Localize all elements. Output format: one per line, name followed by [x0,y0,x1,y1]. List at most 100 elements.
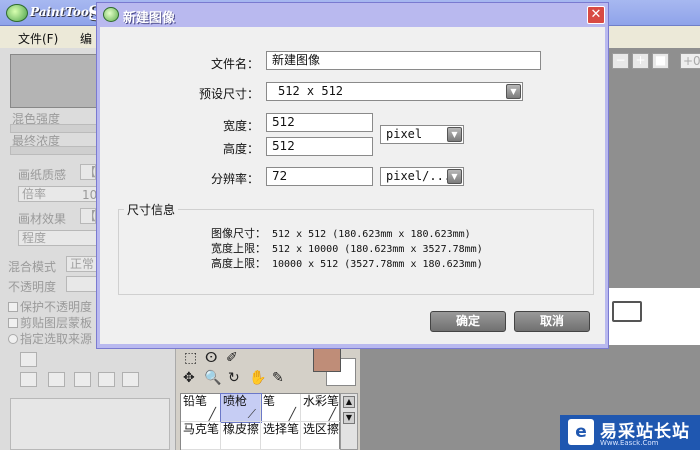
popup-button-right[interactable] [612,301,642,322]
zoom-in-button[interactable]: + [632,53,649,69]
info-value: 10000 x 512 (3527.78mm x 180.623mm) [272,259,483,270]
selection-tool-icon[interactable]: ⬚ [184,350,197,366]
material-effect-label: 画材效果 [18,212,67,226]
preset-size-label: 预设尺寸： [198,87,259,101]
dialog-title: 新建图像 [123,11,176,26]
dropdown-arrow-icon: ▼ [447,127,462,142]
scroll-down-icon[interactable]: ▼ [343,412,355,424]
dialog-body: 文件名： 新建图像 预设尺寸： 512 x 512 ▼ 宽度： 512 高度： … [100,27,605,344]
layer-icon-row [10,352,170,388]
brush-scrollbar[interactable]: ▲ ▼ [340,393,358,450]
material-effect-select[interactable]: 【 [80,208,96,224]
zoom-tool-icon[interactable]: 🔍 [204,370,221,386]
new-folder-icon[interactable] [48,372,65,387]
opacity-label: 不透明度 [8,280,57,294]
clipping-mask-check[interactable]: 剪贴图层蒙板 [8,314,92,331]
ok-button[interactable]: 确定 [430,311,506,332]
watermark: e 易采站长站 Www.Easck.Com [560,415,700,450]
resolution-label: 分辨率： [210,172,259,186]
brush-select-eraser[interactable]: 选区擦 [301,422,341,450]
rotate-tool-icon[interactable]: ↻ [228,370,240,386]
new-vector-layer-icon[interactable] [20,372,37,387]
info-height-limit: 高度上限： 10000 x 512 (3527.78mm x 180.623mm) [204,255,483,271]
watermark-logo-icon: e [568,419,594,445]
merge-layer-icon[interactable] [74,372,91,387]
filename-input[interactable]: 新建图像 [266,51,541,70]
info-key: 宽度上限： [211,242,266,255]
radio-icon [8,334,18,344]
zoom-out-button[interactable]: − [612,53,629,69]
layer-list[interactable] [10,398,170,450]
brush-label: 橡皮擦 [223,422,260,436]
brush-watercolor-icon: ╱ [328,407,336,421]
info-key: 图像尺寸： [211,227,266,240]
brush-airbrush-icon: ⟋ [247,407,256,421]
size-unit-select[interactable]: pixel ▼ [380,125,464,144]
resolution-unit-select[interactable]: pixel/... ▼ [380,167,464,186]
dropdown-arrow-icon: ▼ [447,169,462,184]
info-value: 512 x 10000 (180.623mm x 3527.78mm) [272,244,483,255]
zoom-level-field[interactable]: +00 [680,53,700,69]
brush-watercolor[interactable]: 水彩笔 ╱ [301,394,341,422]
height-input[interactable]: 512 [266,137,373,156]
brush-pen-icon: ╱ [288,407,296,421]
brush-label: 喷枪 [223,394,248,408]
brush-pencil-icon: ╱ [208,407,216,421]
selection-source-check[interactable]: 指定选取来源 [8,330,92,347]
app-title: PaintTool [30,5,94,19]
brush-airbrush[interactable]: 喷枪 ⟋ [220,393,262,423]
opacity-slider[interactable] [66,276,98,292]
brush-label: 笔 [263,394,276,408]
delete-layer-icon[interactable] [98,372,115,387]
brush-label: 选区擦 [303,422,340,436]
new-layer-icon[interactable] [20,352,37,367]
menu-file[interactable]: 文件(F) [18,30,58,47]
canvas-toolbar: − + ■ +00 [600,50,700,72]
info-image-size: 图像尺寸： 512 x 512 (180.623mm x 180.623mm) [204,225,471,241]
lasso-tool-icon[interactable]: ⵙ [205,350,217,366]
brush-eraser[interactable]: 橡皮擦 [221,422,261,450]
menu-edit[interactable]: 编 [80,30,92,47]
blend-mode-select[interactable]: 正常 [66,256,98,272]
close-button[interactable]: ✕ [587,6,605,24]
brush-label: 铅笔 [183,394,208,408]
checkbox-icon [8,318,18,328]
wand-tool-icon[interactable]: ✐ [226,350,238,366]
watermark-subtext: Www.Easck.Com [600,439,659,447]
brush-select-pen[interactable]: 选择笔 [261,422,301,450]
dropdown-arrow-icon: ▼ [506,84,521,99]
checkbox-icon [8,302,18,312]
brush-pen[interactable]: 笔 ╱ [261,394,301,422]
dialog-app-icon [103,7,119,22]
hand-tool-icon[interactable]: ✋ [249,370,266,386]
cancel-button[interactable]: 取消 [514,311,590,332]
width-input[interactable]: 512 [266,113,373,132]
filename-label: 文件名： [210,57,259,71]
foreground-color-swatch[interactable] [313,348,341,372]
preset-size-value: 512 x 512 [278,84,344,98]
brush-grid: 铅笔 ╱ 喷枪 ⟋ 笔 ╱ 水彩笔 ╱ 马克笔 橡皮擦 选择笔 选区擦 [180,393,341,450]
size-unit-value: pixel [386,127,423,141]
protect-opacity-check[interactable]: 保护不透明度 [8,298,92,315]
info-value: 512 x 512 (180.623mm x 180.623mm) [272,229,471,240]
move-tool-icon[interactable]: ✥ [183,370,195,386]
dialog-titlebar[interactable]: 新建图像 ✕ [97,3,608,27]
eyedropper-tool-icon[interactable]: ✎ [272,370,284,386]
brush-label: 水彩笔 [303,394,340,408]
scroll-up-icon[interactable]: ▲ [343,396,355,408]
resolution-input[interactable]: 72 [266,167,373,186]
paper-texture-label: 画纸质感 [18,168,67,182]
info-width-limit: 宽度上限： 512 x 10000 (180.623mm x 3527.78mm) [204,240,483,256]
width-label: 宽度： [222,119,259,133]
preset-size-select[interactable]: 512 x 512 ▼ [266,82,523,101]
zoom-fit-button[interactable]: ■ [652,53,669,69]
magnification-value: 10 [82,188,98,202]
brush-pencil[interactable]: 铅笔 ╱ [181,394,221,422]
app-logo-icon [6,4,28,22]
brush-marker[interactable]: 马克笔 [181,422,221,450]
blend-mode-label: 混合模式 [8,260,57,274]
paper-texture-select[interactable]: 【 [80,164,96,180]
layer-settings-icon[interactable] [122,372,139,387]
brush-label: 选择笔 [263,422,300,436]
degree-field[interactable]: 程度 [18,230,98,246]
